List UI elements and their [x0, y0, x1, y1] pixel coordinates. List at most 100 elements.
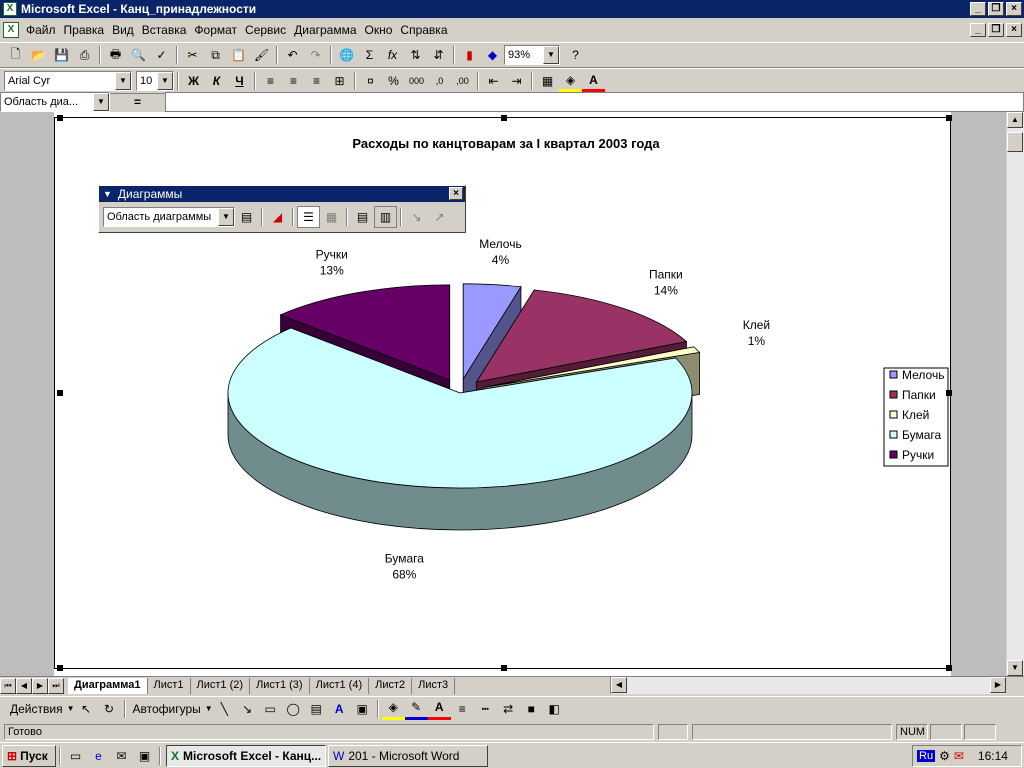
scroll-up-icon[interactable]: ▲ — [1007, 112, 1023, 128]
currency-icon[interactable]: ¤ — [359, 70, 382, 92]
legend-swatch[interactable] — [889, 450, 898, 459]
chevron-down-icon[interactable]: ▼ — [157, 72, 173, 90]
ie-icon[interactable]: e — [87, 745, 110, 767]
legend-label[interactable]: Ручки — [902, 448, 934, 462]
autoshapes-menu[interactable]: Автофигуры — [129, 702, 205, 716]
textbox-icon[interactable]: ▤ — [305, 698, 328, 720]
data-label-name[interactable]: Мелочь — [479, 237, 521, 251]
menu-tools[interactable]: Сервис — [241, 23, 290, 37]
chevron-down-icon[interactable]: ▼ — [218, 208, 234, 226]
minimize-button[interactable]: _ — [970, 2, 986, 16]
line-style-icon[interactable]: ≡ — [451, 698, 474, 720]
data-label-name[interactable]: Бумага — [385, 551, 425, 565]
print-preview-icon[interactable]: 🔍 — [127, 44, 150, 66]
line-color-icon[interactable]: ✎ — [404, 698, 428, 720]
decrease-decimal-icon[interactable]: ,00 — [451, 70, 474, 92]
print-icon[interactable]: 🖶 — [104, 44, 127, 66]
menu-help[interactable]: Справка — [396, 23, 451, 37]
menu-file[interactable]: Файл — [22, 23, 60, 37]
doc-restore-button[interactable]: ❐ — [988, 23, 1004, 37]
hyperlink-icon[interactable]: 🌐 — [335, 44, 358, 66]
font-combo[interactable]: Arial Cyr ▼ — [4, 71, 132, 91]
tab-sheet1-3[interactable]: Лист1 (3) — [250, 677, 310, 694]
font-size-combo[interactable]: 10 ▼ — [136, 71, 174, 91]
free-rotate-icon[interactable]: ↻ — [98, 698, 121, 720]
function-icon[interactable]: fx — [381, 44, 404, 66]
close-icon[interactable]: × — [449, 187, 463, 200]
tab-sheet1-2[interactable]: Лист1 (2) — [191, 677, 251, 694]
by-column-icon[interactable]: ▥ — [374, 206, 397, 228]
data-label-name[interactable]: Клей — [743, 318, 770, 332]
show-desktop-icon[interactable]: ▭ — [64, 745, 87, 767]
align-right-icon[interactable]: ≡ — [305, 70, 328, 92]
antivirus-icon[interactable]: ✉ — [954, 749, 964, 763]
scroll-thumb[interactable] — [1007, 132, 1023, 152]
font-color-icon[interactable]: A — [427, 698, 451, 720]
close-button[interactable]: × — [1006, 2, 1022, 16]
increase-indent-icon[interactable]: ⇥ — [505, 70, 528, 92]
menu-insert[interactable]: Вставка — [138, 23, 191, 37]
legend-swatch[interactable] — [889, 370, 898, 379]
doc-minimize-button[interactable]: _ — [970, 23, 986, 37]
chevron-down-icon[interactable]: ▼ — [543, 46, 559, 64]
dash-style-icon[interactable]: ┅ — [474, 698, 497, 720]
menu-chart[interactable]: Диаграмма — [290, 23, 360, 37]
sort-asc-icon[interactable]: ⇅ — [404, 44, 427, 66]
legend-swatch[interactable] — [889, 410, 898, 419]
language-indicator[interactable]: Ru — [917, 750, 936, 762]
actions-menu[interactable]: Действия — [6, 702, 67, 716]
fill-color-icon[interactable]: ◈ — [559, 70, 582, 92]
save-icon[interactable]: 💾 — [50, 44, 73, 66]
data-label-value[interactable]: 68% — [392, 567, 416, 581]
format-object-icon[interactable]: ▤ — [235, 206, 258, 228]
data-label-value[interactable]: 13% — [320, 263, 344, 277]
underline-button[interactable]: Ч — [228, 70, 251, 92]
last-sheet-icon[interactable]: ⏭ — [48, 677, 64, 694]
data-label-value[interactable]: 14% — [654, 283, 678, 297]
menu-view[interactable]: Вид — [108, 23, 138, 37]
legend-swatch[interactable] — [889, 390, 898, 399]
drawing-icon[interactable]: ◆ — [481, 44, 504, 66]
data-label-name[interactable]: Папки — [649, 267, 683, 281]
3d-icon[interactable]: ◧ — [543, 698, 566, 720]
spelling-icon[interactable]: ✓ — [150, 44, 173, 66]
line-icon[interactable]: ╲ — [213, 698, 236, 720]
menu-edit[interactable]: Правка — [60, 23, 109, 37]
permission-icon[interactable]: ⎙ — [73, 44, 96, 66]
data-table-icon[interactable]: ▦ — [320, 206, 343, 228]
copy-icon[interactable]: ⧉ — [204, 44, 227, 66]
task-excel[interactable]: X Microsoft Excel - Канц... — [166, 744, 326, 767]
angle-text-down-icon[interactable]: ↘ — [405, 206, 428, 228]
vertical-scrollbar[interactable]: ▲ ▼ — [1006, 112, 1024, 676]
bold-button[interactable]: Ж — [182, 70, 205, 92]
arrow-style-icon[interactable]: ⇄ — [497, 698, 520, 720]
wordart-icon[interactable]: A — [328, 698, 351, 720]
data-label-name[interactable]: Ручки — [316, 247, 348, 261]
legend-icon[interactable]: ☰ — [297, 206, 320, 228]
shadow-icon[interactable]: ■ — [520, 698, 543, 720]
zoom-combo[interactable]: 93% ▼ — [504, 45, 560, 65]
tab-sheet1-4[interactable]: Лист1 (4) — [310, 677, 370, 694]
rectangle-icon[interactable]: ▭ — [259, 698, 282, 720]
arrow-icon[interactable]: ↘ — [236, 698, 259, 720]
chart-toolbar-title[interactable]: ▼ Диаграммы × — [99, 186, 465, 202]
tab-sheet2[interactable]: Лист2 — [369, 677, 413, 694]
pie-slices[interactable]: Мелочь 4% Папки 14% Клей 1% Бумага 68% Ручки 13% — [227, 237, 770, 581]
font-color-icon[interactable]: A — [582, 70, 605, 92]
select-objects-icon[interactable]: ↖ — [75, 698, 98, 720]
first-sheet-icon[interactable]: ⏮ — [0, 677, 16, 694]
scroll-right-icon[interactable]: ▶ — [990, 677, 1006, 693]
legend-label[interactable]: Папки — [902, 388, 936, 402]
align-center-icon[interactable]: ≡ — [282, 70, 305, 92]
outlook-icon[interactable]: ✉ — [110, 745, 133, 767]
legend-label[interactable]: Клей — [902, 408, 929, 422]
increase-decimal-icon[interactable]: ,0 — [428, 70, 451, 92]
redo-icon[interactable]: ↷ — [304, 44, 327, 66]
cut-icon[interactable]: ✂ — [181, 44, 204, 66]
chart-wizard-icon[interactable]: ▮ — [458, 44, 481, 66]
decrease-indent-icon[interactable]: ⇤ — [482, 70, 505, 92]
chart-toolbar-floating[interactable]: ▼ Диаграммы × Область диаграммы ▼ ▤ ◢ ☰ … — [98, 185, 466, 233]
percent-icon[interactable]: % — [382, 70, 405, 92]
by-row-icon[interactable]: ▤ — [351, 206, 374, 228]
new-icon[interactable]: 🗋 — [4, 44, 27, 66]
